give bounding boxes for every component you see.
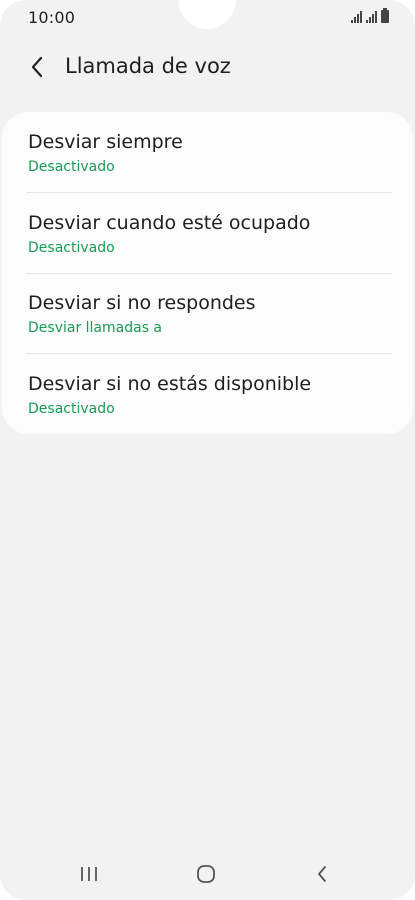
list-item-forward-no-answer[interactable]: Desviar si no respondes Desviar llamadas…: [2, 273, 413, 353]
list-item-forward-unreachable[interactable]: Desviar si no estás disponible Desactiva…: [2, 354, 413, 434]
recents-icon: [81, 867, 97, 881]
recents-button[interactable]: [69, 860, 109, 888]
page-title: Llamada de voz: [65, 54, 231, 78]
forwarding-options-card: Desviar siempre Desactivado Desviar cuan…: [2, 112, 413, 434]
home-icon: [197, 865, 215, 883]
list-item-status: Desactivado: [28, 159, 115, 175]
chevron-left-icon: [31, 56, 43, 78]
list-item-status: Desviar llamadas a: [28, 320, 163, 336]
app-header: Llamada de voz: [0, 44, 415, 90]
list-item-status: Desactivado: [28, 240, 115, 256]
status-bar: 10:00: [0, 0, 415, 36]
nav-back-button[interactable]: [302, 860, 342, 888]
list-item-title: Desviar si no estás disponible: [28, 373, 312, 395]
list-item-forward-when-busy[interactable]: Desviar cuando esté ocupado Desactivado: [2, 193, 413, 273]
signal-icon: [366, 11, 377, 23]
status-time: 10:00: [28, 8, 76, 27]
status-icons: [351, 8, 389, 23]
back-icon: [318, 866, 326, 882]
camera-notch: [178, 0, 236, 29]
back-button[interactable]: [22, 52, 52, 82]
list-item-always-forward[interactable]: Desviar siempre Desactivado: [2, 112, 413, 192]
list-item-status: Desactivado: [28, 401, 115, 417]
phone-screen: 10:00 Llamada de voz Desviar siempre Des…: [0, 0, 415, 900]
home-button[interactable]: [186, 860, 226, 888]
list-item-title: Desviar si no respondes: [28, 292, 256, 314]
list-item-title: Desviar siempre: [28, 131, 183, 153]
battery-icon: [381, 8, 389, 23]
navigation-bar: [0, 848, 415, 900]
list-item-title: Desviar cuando esté ocupado: [28, 212, 311, 234]
signal-icon: [351, 11, 362, 23]
